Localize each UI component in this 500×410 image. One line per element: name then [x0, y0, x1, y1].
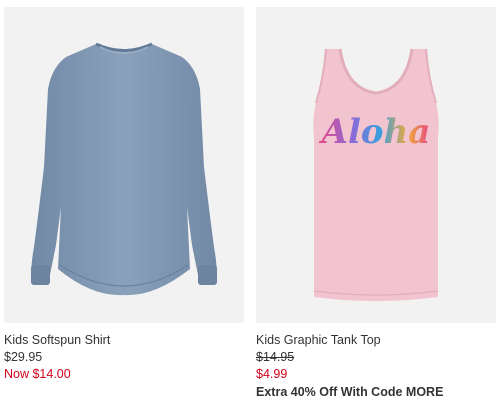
shirt-image — [4, 7, 244, 323]
promo-text: Extra 40% Off With Code MORE — [256, 385, 444, 399]
product-name[interactable]: Kids Softspun Shirt — [4, 332, 244, 349]
tank-top-image: Aloha — [256, 7, 496, 323]
product-original-price: $14.95 — [256, 350, 295, 364]
product-sale-price: $4.99 — [256, 367, 288, 381]
product-card[interactable]: Kids Softspun Shirt $29.95 Now $14.00 — [4, 7, 244, 383]
product-name[interactable]: Kids Graphic Tank Top — [256, 332, 496, 349]
product-sale-price: Now $14.00 — [4, 367, 71, 381]
svg-text:Aloha: Aloha — [319, 112, 431, 152]
product-price: $29.95 — [4, 350, 43, 364]
product-grid: Kids Softspun Shirt $29.95 Now $14.00 Al… — [0, 0, 500, 410]
product-image[interactable]: Aloha — [256, 7, 496, 323]
product-card[interactable]: Aloha Kids Graphic Tank Top $14.95 $4.99… — [256, 7, 496, 401]
product-image[interactable] — [4, 7, 244, 323]
